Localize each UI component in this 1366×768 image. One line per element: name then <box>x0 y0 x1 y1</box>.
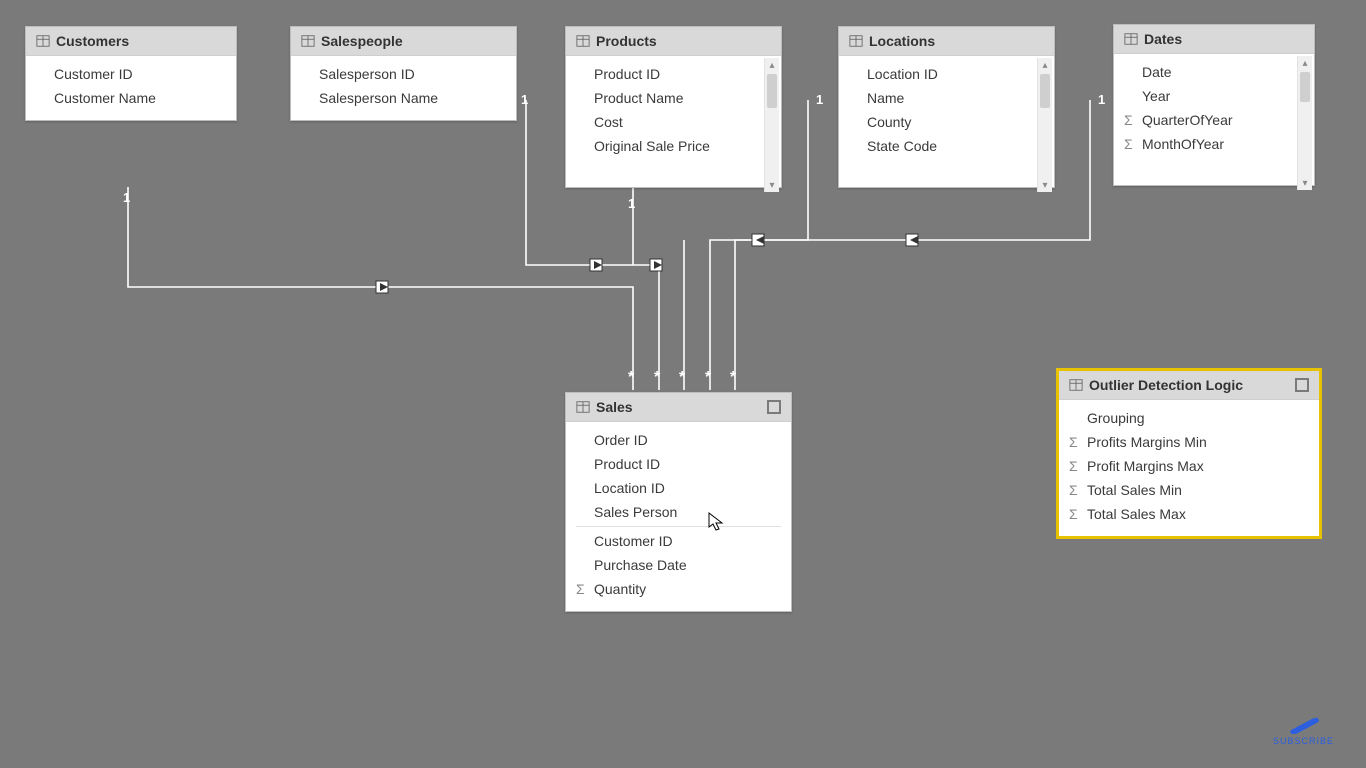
table-title: Sales <box>596 399 757 415</box>
sigma-icon: Σ <box>1069 458 1078 474</box>
field-row[interactable]: Location ID <box>839 62 1054 86</box>
table-icon <box>849 34 863 48</box>
table-header[interactable]: Sales <box>566 393 791 422</box>
table-icon <box>301 34 315 48</box>
cardinality-one: 1 <box>123 190 130 205</box>
cardinality-one: 1 <box>816 92 823 107</box>
table-title: Locations <box>869 33 1044 49</box>
cardinality-many: * <box>628 370 634 386</box>
table-view-icon <box>767 400 781 414</box>
cardinality-one: 1 <box>521 92 528 107</box>
table-icon <box>576 34 590 48</box>
table-icon <box>1069 378 1083 392</box>
cardinality-one: 1 <box>628 196 635 211</box>
table-header[interactable]: Products <box>566 27 781 56</box>
scroll-up-icon[interactable]: ▴ <box>765 58 779 72</box>
divider <box>576 526 781 527</box>
field-row[interactable]: State Code <box>839 134 1054 158</box>
table-icon <box>576 400 590 414</box>
field-row[interactable]: Sales Person <box>566 500 791 524</box>
scroll-up-icon[interactable]: ▴ <box>1298 56 1312 70</box>
table-title: Salespeople <box>321 33 506 49</box>
model-canvas[interactable]: 1 1 1 1 1 * * * * * Customers Customer I… <box>0 0 1366 768</box>
table-title: Customers <box>56 33 226 49</box>
cardinality-one: 1 <box>1098 92 1105 107</box>
table-dates[interactable]: Dates Date Year ΣQuarterOfYear ΣMonthOfY… <box>1113 24 1315 186</box>
field-row[interactable]: ΣProfits Margins Min <box>1059 430 1319 454</box>
sigma-icon: Σ <box>576 581 585 597</box>
cardinality-many: * <box>705 370 711 386</box>
field-row[interactable]: ΣTotal Sales Min <box>1059 478 1319 502</box>
field-row[interactable]: Year <box>1114 84 1314 108</box>
table-view-icon <box>1295 378 1309 392</box>
sigma-icon: Σ <box>1069 482 1078 498</box>
field-row[interactable]: ΣMonthOfYear <box>1114 132 1314 156</box>
table-header[interactable]: Outlier Detection Logic <box>1059 371 1319 400</box>
field-list[interactable]: Order ID Product ID Location ID Sales Pe… <box>566 422 791 611</box>
field-row[interactable]: ΣProfit Margins Max <box>1059 454 1319 478</box>
field-row[interactable]: ΣQuantity <box>566 577 791 601</box>
field-row[interactable]: ΣQuarterOfYear <box>1114 108 1314 132</box>
subscribe-text: SUBSCRIBE <box>1273 736 1334 746</box>
scrollbar[interactable]: ▴ ▾ <box>764 58 779 192</box>
cardinality-many: * <box>654 370 660 386</box>
field-row[interactable]: ΣTotal Sales Max <box>1059 502 1319 526</box>
scroll-thumb[interactable] <box>767 74 777 108</box>
scroll-down-icon[interactable]: ▾ <box>765 178 779 192</box>
sigma-icon: Σ <box>1069 506 1078 522</box>
field-list[interactable]: Date Year ΣQuarterOfYear ΣMonthOfYear ▴ … <box>1114 54 1314 192</box>
field-row[interactable]: Cost <box>566 110 781 134</box>
field-row[interactable]: Date <box>1114 60 1314 84</box>
scroll-thumb[interactable] <box>1040 74 1050 108</box>
scrollbar[interactable]: ▴ ▾ <box>1037 58 1052 192</box>
field-row[interactable]: Location ID <box>566 476 791 500</box>
sigma-icon: Σ <box>1124 112 1133 128</box>
table-title: Products <box>596 33 771 49</box>
field-row[interactable]: Product ID <box>566 452 791 476</box>
field-row[interactable]: Salesperson ID <box>291 62 516 86</box>
table-icon <box>36 34 50 48</box>
subscribe-logo: SUBSCRIBE <box>1273 710 1334 746</box>
field-row[interactable]: County <box>839 110 1054 134</box>
field-list[interactable]: Product ID Product Name Cost Original Sa… <box>566 56 781 194</box>
field-row[interactable]: Product Name <box>566 86 781 110</box>
table-title: Dates <box>1144 31 1304 47</box>
cardinality-many: * <box>730 370 736 386</box>
field-list[interactable]: Location ID Name County State Code ▴ ▾ <box>839 56 1054 194</box>
scroll-down-icon[interactable]: ▾ <box>1038 178 1052 192</box>
table-header[interactable]: Locations <box>839 27 1054 56</box>
scroll-up-icon[interactable]: ▴ <box>1038 58 1052 72</box>
field-row[interactable]: Grouping <box>1059 406 1319 430</box>
table-header[interactable]: Dates <box>1114 25 1314 54</box>
table-header[interactable]: Customers <box>26 27 236 56</box>
field-row[interactable]: Customer ID <box>566 529 791 553</box>
sigma-icon: Σ <box>1124 136 1133 152</box>
table-title: Outlier Detection Logic <box>1089 377 1285 393</box>
field-row[interactable]: Salesperson Name <box>291 86 516 110</box>
table-products[interactable]: Products Product ID Product Name Cost Or… <box>565 26 782 188</box>
field-row[interactable]: Product ID <box>566 62 781 86</box>
field-row[interactable]: Order ID <box>566 428 791 452</box>
sigma-icon: Σ <box>1069 434 1078 450</box>
scroll-thumb[interactable] <box>1300 72 1310 102</box>
scroll-down-icon[interactable]: ▾ <box>1298 176 1312 190</box>
table-icon <box>1124 32 1138 46</box>
field-row[interactable]: Purchase Date <box>566 553 791 577</box>
field-list[interactable]: Customer ID Customer Name <box>26 56 236 120</box>
field-row[interactable]: Name <box>839 86 1054 110</box>
field-row[interactable]: Customer Name <box>26 86 236 110</box>
table-customers[interactable]: Customers Customer ID Customer Name <box>25 26 237 121</box>
table-sales[interactable]: Sales Order ID Product ID Location ID Sa… <box>565 392 792 612</box>
scrollbar[interactable]: ▴ ▾ <box>1297 56 1312 190</box>
field-row[interactable]: Customer ID <box>26 62 236 86</box>
field-list[interactable]: Salesperson ID Salesperson Name <box>291 56 516 120</box>
table-salespeople[interactable]: Salespeople Salesperson ID Salesperson N… <box>290 26 517 121</box>
table-header[interactable]: Salespeople <box>291 27 516 56</box>
field-list[interactable]: Grouping ΣProfits Margins Min ΣProfit Ma… <box>1059 400 1319 536</box>
table-outlier-detection[interactable]: Outlier Detection Logic Grouping ΣProfit… <box>1058 370 1320 537</box>
field-row[interactable]: Original Sale Price <box>566 134 781 158</box>
table-locations[interactable]: Locations Location ID Name County State … <box>838 26 1055 188</box>
cardinality-many: * <box>679 370 685 386</box>
